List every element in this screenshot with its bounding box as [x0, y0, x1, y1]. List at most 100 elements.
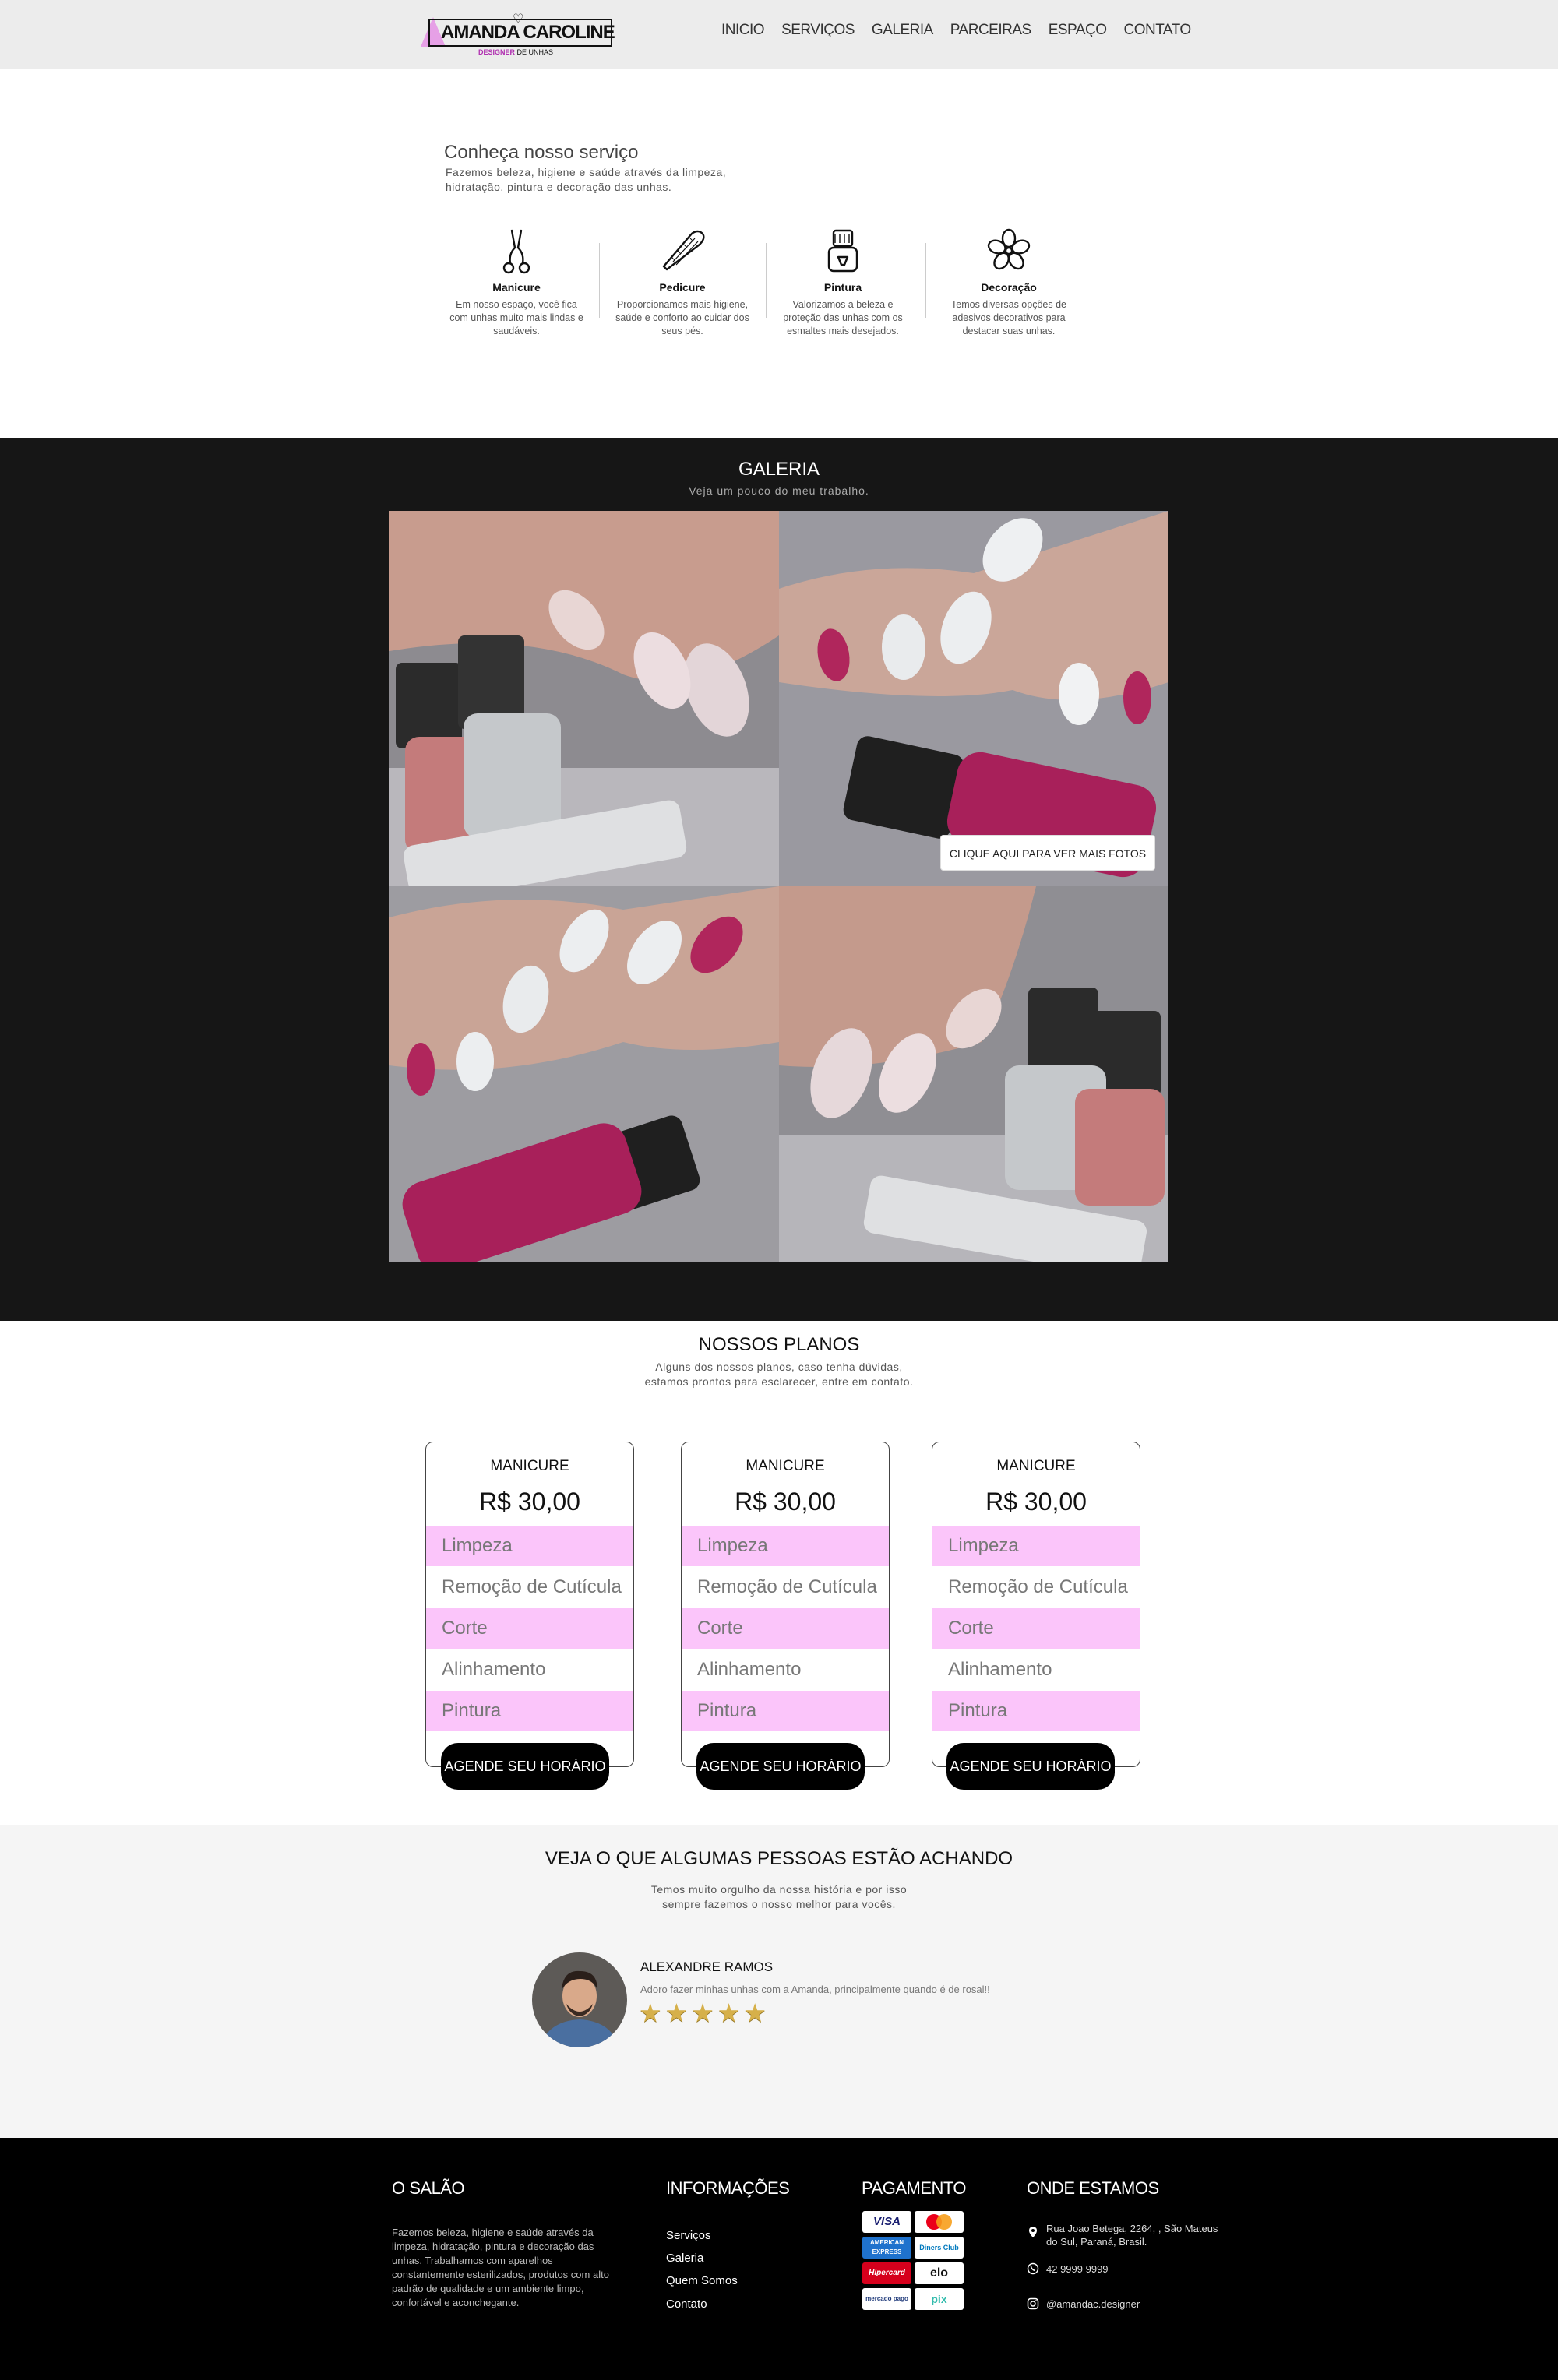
footer-link-quem-somos[interactable]: Quem Somos: [666, 2274, 738, 2287]
plan-name: MANICURE: [490, 1458, 569, 1474]
site-footer: O SALÃO Fazemos beleza, higiene e saúde …: [0, 2138, 1558, 2380]
location-pin-icon: [1029, 2227, 1037, 2237]
service-text: Temos diversas opções de adesivos decora…: [951, 299, 1066, 336]
plan-price: R$ 30,00: [985, 1488, 1087, 1516]
plan-item: Limpeza: [932, 1526, 1140, 1566]
schedule-button-1[interactable]: AGENDE SEU HORÁRIO: [441, 1743, 609, 1790]
service-text: Valorizamos a beleza e proteção das unha…: [783, 299, 903, 336]
mercado-pago-icon: mercado pago: [862, 2288, 911, 2310]
footer-link-servicos[interactable]: Serviços: [666, 2229, 711, 2242]
service-manicure: Manicure Em nosso espaço, você fica com …: [446, 226, 587, 338]
gallery-section: GALERIA Veja um pouco do meu trabalho.: [0, 438, 1558, 1321]
plan-item: Remoção de Cutícula: [442, 1576, 622, 1597]
service-name: Decoração: [981, 281, 1037, 294]
gallery-photo-2[interactable]: [779, 511, 1168, 886]
footer-location-title: ONDE ESTAMOS: [1027, 2178, 1159, 2198]
plan-item: Pintura: [682, 1691, 889, 1731]
testimonial-author: ALEXANDRE RAMOS: [640, 1959, 774, 1974]
more-photos-button[interactable]: CLIQUE AQUI PARA VER MAIS FOTOS: [940, 835, 1155, 871]
testimonials-section: VEJA O QUE ALGUMAS PESSOAS ESTÃO ACHANDO…: [0, 1825, 1558, 2138]
footer-instagram[interactable]: @amandac.designer: [1046, 2297, 1140, 2311]
gallery-subtitle: Veja um pouco do meu trabalho.: [689, 484, 869, 497]
plan-item: Corte: [682, 1608, 889, 1649]
gallery-photo-3[interactable]: [390, 886, 779, 1262]
plans-subtitle: Alguns dos nossos planos, caso tenha dúv…: [644, 1361, 914, 1388]
nav-contato[interactable]: CONTATO: [1123, 22, 1191, 39]
nail-polish-icon: [827, 229, 858, 273]
testimonials-subtitle: Temos muito orgulho da nossa história e …: [650, 1883, 908, 1910]
plan-item: Pintura: [932, 1691, 1140, 1731]
plan-item: Pintura: [426, 1691, 633, 1731]
service-pintura: Pintura Valorizamos a beleza e proteção …: [773, 226, 913, 338]
testimonial-quote: Adoro fazer minhas unhas com a Amanda, p…: [640, 1984, 990, 1995]
visa-icon: VISA: [862, 2211, 911, 2233]
plan-item: Alinhamento: [697, 1659, 802, 1680]
nav-galeria[interactable]: GALERIA: [872, 22, 933, 39]
nav-parceiras[interactable]: PARCEIRAS: [950, 22, 1031, 39]
plan-card-1: MANICURE R$ 30,00 Limpeza Remoção de Cut…: [425, 1442, 634, 1767]
star-icon: ★: [664, 1998, 689, 2027]
plan-item: Limpeza: [426, 1526, 633, 1566]
testimonials-title: VEJA O QUE ALGUMAS PESSOAS ESTÃO ACHANDO: [545, 1848, 1013, 1869]
divider: [599, 243, 600, 318]
footer-salon-title: O SALÃO: [392, 2178, 465, 2198]
gallery-photo-image: [390, 511, 779, 886]
service-name: Pedicure: [659, 281, 706, 294]
flower-icon: [987, 228, 1031, 270]
diners-icon: Diners Club: [915, 2237, 964, 2259]
plan-item: Corte: [426, 1608, 633, 1649]
plan-item: Alinhamento: [442, 1659, 546, 1680]
plan-item: Remoção de Cutícula: [948, 1576, 1128, 1597]
footer-info-title: INFORMAÇÕES: [666, 2178, 790, 2198]
mastercard-icon: [915, 2211, 964, 2233]
services-description: Fazemos beleza, higiene e saúde através …: [446, 166, 727, 193]
service-text: Em nosso espaço, você fica com unhas mui…: [449, 299, 583, 336]
footer-phone[interactable]: 42 9999 9999: [1046, 2262, 1109, 2276]
footer-link-contato[interactable]: Contato: [666, 2297, 707, 2311]
services-title: Conheça nosso serviço: [444, 142, 639, 163]
nail-clipper-icon: [502, 229, 530, 274]
main-nav: INICIO SERVIÇOS GALERIA PARCEIRAS ESPAÇO…: [721, 22, 1208, 39]
plan-name: MANICURE: [746, 1458, 825, 1474]
gallery-photo-image: [390, 886, 779, 1262]
star-icon: ★: [743, 1998, 767, 2027]
nav-inicio[interactable]: INICIO: [721, 22, 765, 39]
site-header: ♡ AMANDA CAROLINE DESIGNER DE UNHAS INIC…: [0, 0, 1558, 69]
nav-espaco[interactable]: ESPAÇO: [1049, 22, 1107, 39]
star-icon: ★: [691, 1998, 714, 2027]
plan-item: Corte: [932, 1608, 1140, 1649]
footer-link-galeria[interactable]: Galeria: [666, 2251, 703, 2265]
gallery-photo-4[interactable]: [779, 886, 1168, 1262]
whatsapp-icon: [1027, 2262, 1039, 2275]
plan-item: Alinhamento: [948, 1659, 1052, 1680]
logo-subtitle: DESIGNER DE UNHAS: [478, 48, 554, 56]
amex-icon: AMERICAN EXPRESS: [862, 2237, 911, 2259]
hipercard-icon: Hipercard: [862, 2262, 911, 2284]
plan-item: Limpeza: [682, 1526, 889, 1566]
plan-item: Remoção de Cutícula: [697, 1576, 877, 1597]
plan-card-3: MANICURE R$ 30,00 Limpeza Remoção de Cut…: [932, 1442, 1140, 1767]
service-text: Proporcionamos mais higiene, saúde e con…: [615, 299, 749, 336]
nav-servicos[interactable]: SERVIÇOS: [781, 22, 855, 39]
instagram-icon: [1027, 2297, 1039, 2310]
gallery-title: GALERIA: [738, 459, 820, 480]
gallery-photo-1[interactable]: [390, 511, 779, 886]
rating-stars: ★ ★ ★ ★ ★: [639, 1998, 767, 2028]
plan-price: R$ 30,00: [735, 1488, 836, 1516]
schedule-button-3[interactable]: AGENDE SEU HORÁRIO: [946, 1743, 1115, 1790]
gallery-photo-image: [779, 511, 1168, 886]
elo-icon: elo: [915, 2262, 964, 2284]
gallery-photo-image: [779, 886, 1168, 1262]
star-icon: ★: [717, 1998, 741, 2027]
service-name: Manicure: [492, 281, 541, 294]
footer-payment-title: PAGAMENTO: [862, 2178, 967, 2198]
schedule-button-2[interactable]: AGENDE SEU HORÁRIO: [696, 1743, 865, 1790]
divider: [766, 243, 767, 318]
site-logo[interactable]: ♡ AMANDA CAROLINE DESIGNER DE UNHAS: [421, 11, 615, 59]
nail-file-icon: [662, 230, 705, 271]
divider: [925, 243, 926, 318]
footer-salon-text: Fazemos beleza, higiene e saúde através …: [392, 2227, 609, 2308]
footer-address: Rua Joao Betega, 2264, , São Mateus do S…: [1046, 2223, 1218, 2248]
service-name: Pintura: [823, 281, 862, 294]
plan-price: R$ 30,00: [479, 1488, 580, 1516]
